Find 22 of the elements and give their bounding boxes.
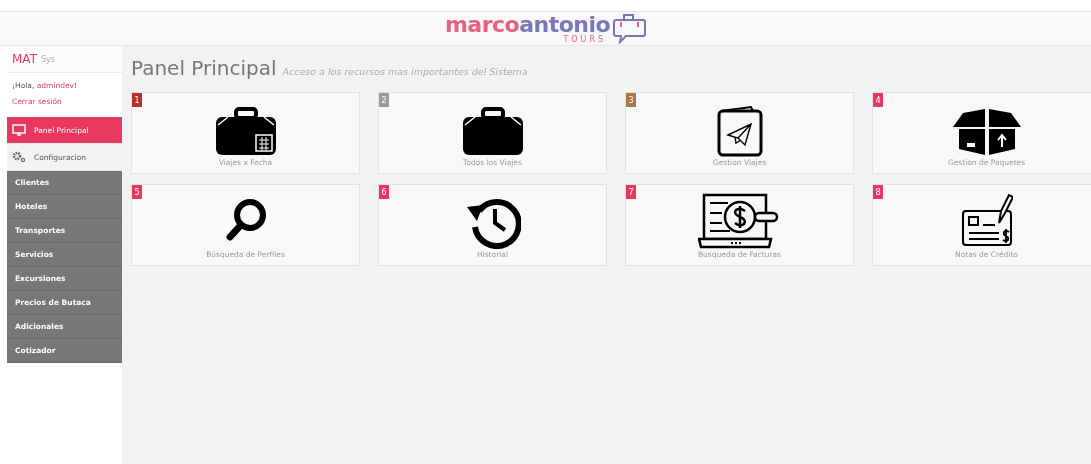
- number-badge: 7: [626, 185, 636, 199]
- number-badge: 2: [379, 93, 389, 107]
- number-badge: 5: [132, 185, 142, 199]
- monitor-icon: [12, 124, 26, 136]
- check-pen-icon: [960, 193, 1013, 249]
- suitcase-bubble-icon: [612, 13, 647, 44]
- suitcase-icon: [460, 107, 525, 157]
- page-title: Panel Principal: [131, 56, 277, 80]
- number-badge: 3: [626, 93, 636, 107]
- page-subtitle: Acceso a los recursos mas importantes del Sistema: [282, 66, 528, 77]
- open-box-icon: [950, 107, 1023, 157]
- brand-suffix: Sys: [40, 54, 55, 64]
- number-badge: 4: [873, 93, 883, 107]
- history-icon: [464, 197, 521, 249]
- number-badge: 1: [132, 93, 142, 107]
- gears-icon: [12, 151, 26, 163]
- suitcase-calendar-icon: [213, 107, 278, 157]
- logo-text: marco: [444, 11, 520, 37]
- brand-name: MAT: [12, 52, 37, 66]
- logo-tagline: TOURS: [563, 35, 607, 44]
- number-badge: 8: [873, 185, 883, 199]
- number-badge: 6: [379, 185, 389, 199]
